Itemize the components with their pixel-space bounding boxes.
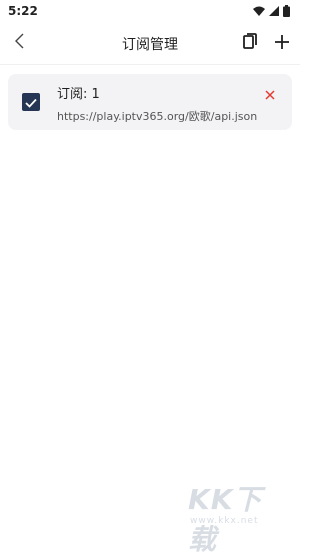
plus-icon — [275, 34, 289, 53]
battery-icon — [283, 5, 290, 17]
close-icon — [265, 85, 275, 104]
watermark-url: www.kkx.net — [190, 516, 259, 526]
status-bar: 5:22 — [0, 0, 300, 22]
subscription-name: 订阅: 1 — [57, 87, 100, 102]
subscription-url: https://play.iptv365.org/欧歌/api.json — [57, 110, 258, 123]
add-button[interactable] — [270, 31, 294, 55]
copy-icon — [243, 33, 257, 53]
status-icons — [253, 5, 290, 17]
wifi-icon — [253, 6, 265, 16]
subscription-card[interactable]: 订阅: 1 https://play.iptv365.org/欧歌/api.js… — [8, 74, 292, 130]
watermark: KK下载 www.kkx.net — [180, 478, 290, 556]
status-time: 5:22 — [8, 4, 38, 18]
check-icon — [25, 93, 37, 112]
toolbar: 订阅管理 — [0, 22, 300, 64]
toolbar-divider — [0, 64, 300, 65]
signal-icon — [269, 6, 279, 16]
subscription-checkbox[interactable] — [22, 93, 40, 111]
copy-button[interactable] — [238, 31, 262, 55]
delete-button[interactable] — [262, 86, 278, 102]
